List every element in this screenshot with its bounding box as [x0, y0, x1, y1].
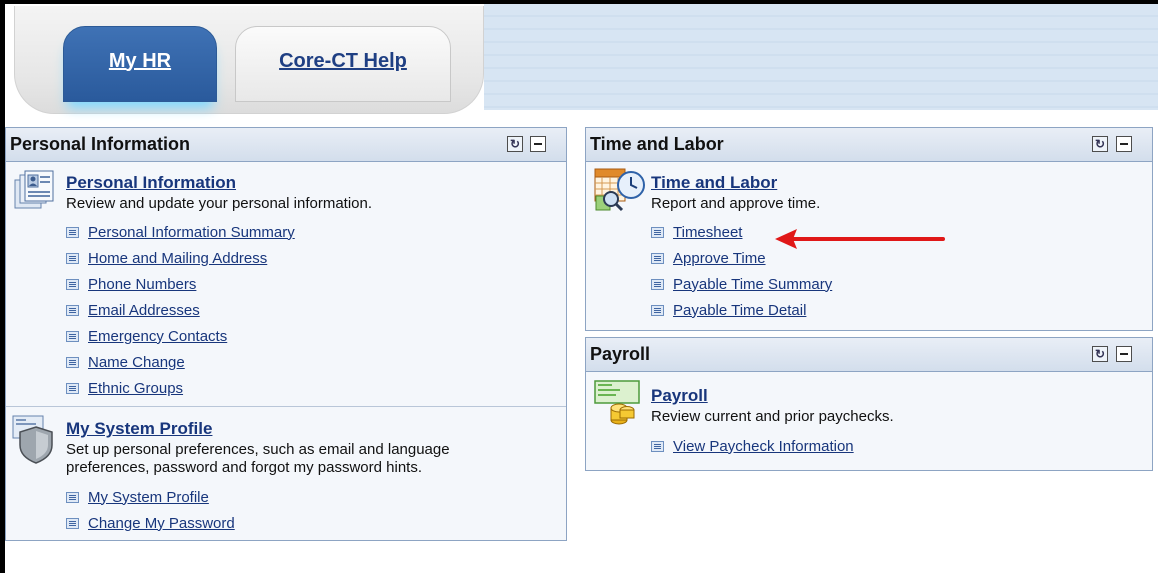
- personal-info-icon: [14, 170, 54, 209]
- tab-bar: My HR Core-CT Help: [14, 6, 484, 114]
- list-item[interactable]: Personal Information Summary: [66, 222, 295, 242]
- paycheck-coins-icon: [594, 380, 640, 425]
- list-icon: [651, 252, 664, 264]
- annotation-arrow-icon: [775, 229, 945, 249]
- list-item[interactable]: Name Change: [66, 352, 185, 372]
- list-icon: [66, 382, 79, 394]
- header-banner: [484, 4, 1158, 110]
- name-change-link[interactable]: Name Change: [88, 354, 185, 371]
- section-personal-information: Personal Information Review and update y…: [6, 162, 566, 406]
- tab-my-hr[interactable]: My HR: [63, 26, 217, 102]
- list-item[interactable]: Emergency Contacts: [66, 326, 227, 346]
- refresh-icon[interactable]: [1092, 136, 1108, 152]
- change-my-password-link[interactable]: Change My Password: [88, 515, 235, 532]
- list-icon: [66, 517, 79, 529]
- list-icon: [651, 278, 664, 290]
- calendar-clock-icon: [594, 168, 645, 212]
- list-item[interactable]: View Paycheck Information: [651, 436, 854, 456]
- personal-information-description: Review and update your personal informat…: [66, 195, 373, 212]
- ethnic-groups-link[interactable]: Ethnic Groups: [88, 380, 183, 397]
- tab-core-ct-help[interactable]: Core-CT Help: [235, 26, 451, 102]
- email-addresses-link[interactable]: Email Addresses: [88, 302, 200, 319]
- pagelet-header: Payroll: [586, 338, 1152, 372]
- payable-time-summary-link[interactable]: Payable Time Summary: [673, 276, 832, 293]
- list-item[interactable]: Email Addresses: [66, 300, 200, 320]
- collapse-icon[interactable]: [530, 136, 546, 152]
- list-icon: [651, 304, 664, 316]
- list-icon: [651, 226, 664, 238]
- view-paycheck-information-link[interactable]: View Paycheck Information: [673, 438, 854, 455]
- list-icon: [66, 356, 79, 368]
- list-icon: [66, 330, 79, 342]
- pagelet-title: Payroll: [590, 344, 651, 364]
- list-icon: [66, 304, 79, 316]
- payroll-link[interactable]: Payroll: [651, 386, 708, 406]
- refresh-icon[interactable]: [1092, 346, 1108, 362]
- my-system-profile-description-line1: Set up personal preferences, such as ema…: [66, 441, 450, 458]
- my-system-profile-link[interactable]: My System Profile: [66, 419, 212, 439]
- list-item[interactable]: My System Profile: [66, 487, 209, 507]
- phone-numbers-link[interactable]: Phone Numbers: [88, 276, 196, 293]
- pagelet-body: Personal Information Review and update y…: [6, 162, 566, 540]
- pagelet-header: Personal Information: [6, 128, 566, 162]
- list-icon: [66, 491, 79, 503]
- collapse-icon[interactable]: [1116, 136, 1132, 152]
- my-system-profile-item-link[interactable]: My System Profile: [88, 489, 209, 506]
- list-item[interactable]: Change My Password: [66, 513, 235, 533]
- list-icon: [66, 278, 79, 290]
- personal-information-link[interactable]: Personal Information: [66, 173, 236, 193]
- time-and-labor-link[interactable]: Time and Labor: [651, 173, 777, 193]
- home-and-mailing-address-link[interactable]: Home and Mailing Address: [88, 250, 267, 267]
- pagelet-header: Time and Labor: [586, 128, 1152, 162]
- pagelet-body: Payroll Review current and prior paychec…: [586, 372, 1152, 470]
- list-icon: [66, 252, 79, 264]
- list-item[interactable]: Payable Time Summary: [651, 274, 832, 294]
- pagelet-payroll: Payroll Payroll Review current and prior…: [585, 337, 1153, 471]
- emergency-contacts-link[interactable]: Emergency Contacts: [88, 328, 227, 345]
- my-system-profile-description-line2: preferences, password and forgot my pass…: [66, 459, 423, 476]
- refresh-icon[interactable]: [507, 136, 523, 152]
- list-item[interactable]: Approve Time: [651, 248, 766, 268]
- list-icon: [66, 226, 79, 238]
- section-my-system-profile: My System Profile Set up personal prefer…: [6, 406, 566, 540]
- timesheet-link[interactable]: Timesheet: [673, 224, 742, 241]
- payable-time-detail-link[interactable]: Payable Time Detail: [673, 302, 806, 319]
- list-item[interactable]: Home and Mailing Address: [66, 248, 267, 268]
- pagelet-personal-information: Personal Information Personal Informatio…: [5, 127, 567, 541]
- list-item[interactable]: Timesheet: [651, 222, 742, 242]
- pagelet-title: Time and Labor: [590, 134, 724, 154]
- shield-icon: [12, 415, 53, 464]
- list-icon: [651, 440, 664, 452]
- time-and-labor-description: Report and approve time.: [651, 195, 821, 212]
- list-item[interactable]: Phone Numbers: [66, 274, 196, 294]
- approve-time-link[interactable]: Approve Time: [673, 250, 766, 267]
- payroll-description: Review current and prior paychecks.: [651, 408, 894, 425]
- list-item[interactable]: Payable Time Detail: [651, 300, 806, 320]
- list-item[interactable]: Ethnic Groups: [66, 378, 183, 398]
- pagelet-title: Personal Information: [10, 134, 191, 154]
- personal-information-summary-link[interactable]: Personal Information Summary: [88, 224, 295, 241]
- collapse-icon[interactable]: [1116, 346, 1132, 362]
